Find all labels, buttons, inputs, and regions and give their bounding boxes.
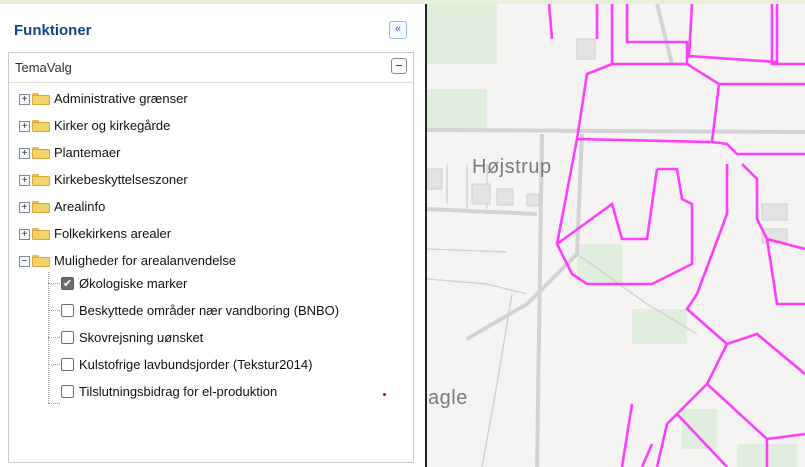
map-place-label: Højstrup — [472, 156, 552, 178]
tree-folder-label[interactable]: Arealinfo — [54, 199, 105, 214]
expand-plus-icon[interactable]: + — [19, 148, 30, 159]
tree-connector — [48, 337, 60, 339]
expand-plus-icon[interactable]: + — [19, 202, 30, 213]
collapse-minus-icon[interactable]: − — [19, 256, 30, 267]
map-view[interactable]: Højstrup agle — [427, 4, 805, 467]
tree-connector — [48, 283, 60, 285]
layer-label[interactable]: Økologiske marker — [79, 276, 187, 291]
layer-label[interactable]: Beskyttede områder nær vandboring (BNBO) — [79, 303, 339, 318]
panel-header: Funktioner « — [0, 4, 420, 48]
section-separator — [9, 82, 413, 83]
checkbox[interactable] — [61, 358, 74, 371]
expand-plus-icon[interactable]: + — [19, 175, 30, 186]
folder-icon — [32, 201, 50, 213]
tree-folder-label[interactable]: Muligheder for arealanvendelse — [54, 253, 236, 268]
section-title: TemaValg — [15, 60, 72, 75]
open-folder-icon — [32, 255, 50, 267]
map-place-label-partial: agle — [428, 387, 468, 409]
layer-label[interactable]: Skovrejsning uønsket — [79, 330, 203, 345]
folder-icon — [32, 174, 50, 186]
panel-title: Funktioner — [14, 22, 92, 39]
expand-plus-icon[interactable]: + — [19, 121, 30, 132]
double-chevron-left-icon: « — [394, 23, 402, 35]
panel-splitter[interactable] — [420, 4, 427, 467]
collapse-panel-button[interactable]: « — [389, 21, 407, 39]
tree-folder-label[interactable]: Plantemaer — [54, 145, 120, 160]
folder-icon — [32, 93, 50, 105]
functions-panel: Funktioner « TemaValg − + Administrative… — [0, 4, 420, 467]
minus-icon: − — [395, 58, 403, 73]
map-roads — [427, 4, 805, 467]
tree-connector — [48, 403, 60, 405]
checkbox[interactable] — [61, 304, 74, 317]
expand-plus-icon[interactable]: + — [19, 94, 30, 105]
layer-label[interactable]: Kulstofrige lavbundsjorder (Tekstur2014) — [79, 357, 312, 372]
red-marker-dot — [383, 393, 386, 396]
tree-folder-label[interactable]: Administrative grænser — [54, 91, 188, 106]
folder-icon — [32, 147, 50, 159]
folder-icon — [32, 120, 50, 132]
checkbox[interactable] — [61, 331, 74, 344]
layer-label[interactable]: Tilslutningsbidrag for el-produktion — [79, 384, 277, 399]
tree-connector — [48, 310, 60, 312]
tree-folder-label[interactable]: Kirkebeskyttelseszoner — [54, 172, 188, 187]
checkbox[interactable] — [61, 385, 74, 398]
map-canvas[interactable] — [427, 4, 805, 467]
collapse-section-button[interactable]: − — [391, 58, 407, 74]
tree-folder-label[interactable]: Folkekirkens arealer — [54, 226, 171, 241]
map-green-areas — [427, 4, 797, 467]
expand-plus-icon[interactable]: + — [19, 229, 30, 240]
checkbox-checked[interactable]: ✔ — [61, 277, 74, 290]
map-parcels — [547, 4, 805, 467]
temavalg-section: TemaValg − + Administrative grænser + Ki… — [8, 52, 414, 463]
tree-connector — [48, 364, 60, 366]
folder-icon — [32, 228, 50, 240]
tree-folder-label[interactable]: Kirker og kirkegårde — [54, 118, 170, 133]
